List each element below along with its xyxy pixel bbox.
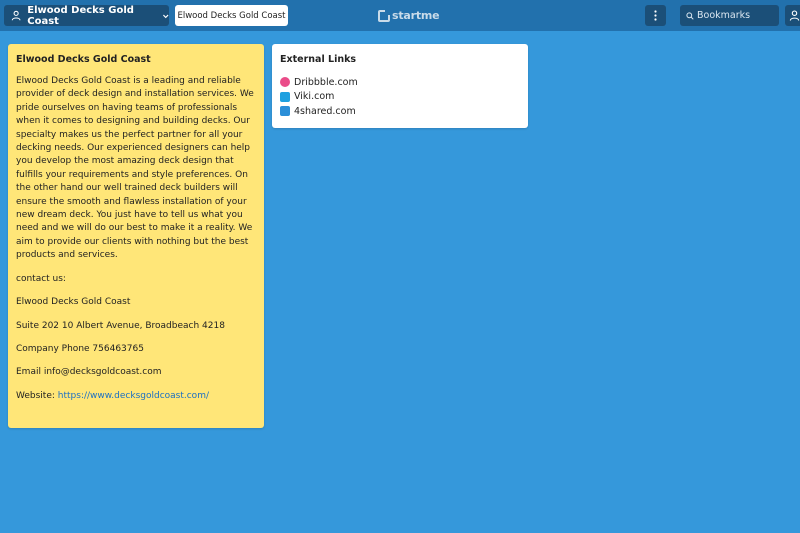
startme-logo-icon: [378, 9, 390, 22]
note-website-line: Website: https://www.decksgoldcoast.com/: [16, 390, 256, 403]
4shared-icon: [280, 106, 290, 117]
search-input[interactable]: [697, 10, 777, 21]
website-link[interactable]: https://www.decksgoldcoast.com/: [58, 391, 209, 401]
bookmark-item[interactable]: Viki.com: [280, 90, 520, 105]
note-paragraph: Email info@decksgoldcoast.com: [16, 367, 162, 378]
user-icon: [11, 10, 21, 21]
note-paragraph: Company Phone 756463765: [16, 343, 144, 354]
note-title: Elwood Decks Gold Coast: [16, 54, 151, 65]
note-paragraph: Elwood Decks Gold Coast is a leading and…: [16, 76, 254, 261]
search-icon: [686, 11, 694, 20]
account-button[interactable]: [785, 5, 800, 26]
page-switcher-button[interactable]: Elwood Decks Gold Coast: [4, 4, 169, 27]
bookmark-label: 4shared.com: [294, 105, 356, 117]
tab-current-page[interactable]: Elwood Decks Gold Coast: [175, 5, 288, 26]
brand-logo[interactable]: startme: [378, 8, 440, 23]
bookmark-item[interactable]: Dribbble.com: [280, 75, 520, 90]
note-paragraph: contact us:: [16, 273, 66, 284]
bookmark-search[interactable]: [680, 5, 779, 26]
page-name: Elwood Decks Gold Coast: [27, 4, 134, 27]
more-menu-button[interactable]: [645, 5, 666, 26]
note-widget: Elwood Decks Gold Coast Elwood Decks Gol…: [8, 44, 264, 428]
note-paragraph: Elwood Decks Gold Coast: [16, 297, 131, 308]
bookmark-label: Viki.com: [294, 91, 335, 103]
brand-text: startme: [392, 9, 440, 22]
bookmark-item[interactable]: 4shared.com: [280, 104, 520, 119]
website-label: Website:: [16, 390, 58, 401]
bookmark-list: Dribbble.com Viki.com 4shared.com: [280, 75, 520, 119]
top-bar: Elwood Decks Gold Coast Elwood Decks Gol…: [0, 0, 800, 31]
viki-icon: [280, 91, 290, 102]
dribbble-icon: [280, 77, 290, 88]
external-links-widget: External Links Dribbble.com Viki.com 4sh…: [272, 44, 528, 128]
user-icon: [789, 10, 800, 21]
note-paragraph: Suite 202 10 Albert Avenue, Broadbeach 4…: [16, 320, 225, 331]
vertical-dots-icon: [654, 10, 657, 21]
chevron-down-icon: [162, 14, 169, 18]
bookmark-label: Dribbble.com: [294, 76, 358, 88]
widget-title: External Links: [280, 54, 357, 65]
